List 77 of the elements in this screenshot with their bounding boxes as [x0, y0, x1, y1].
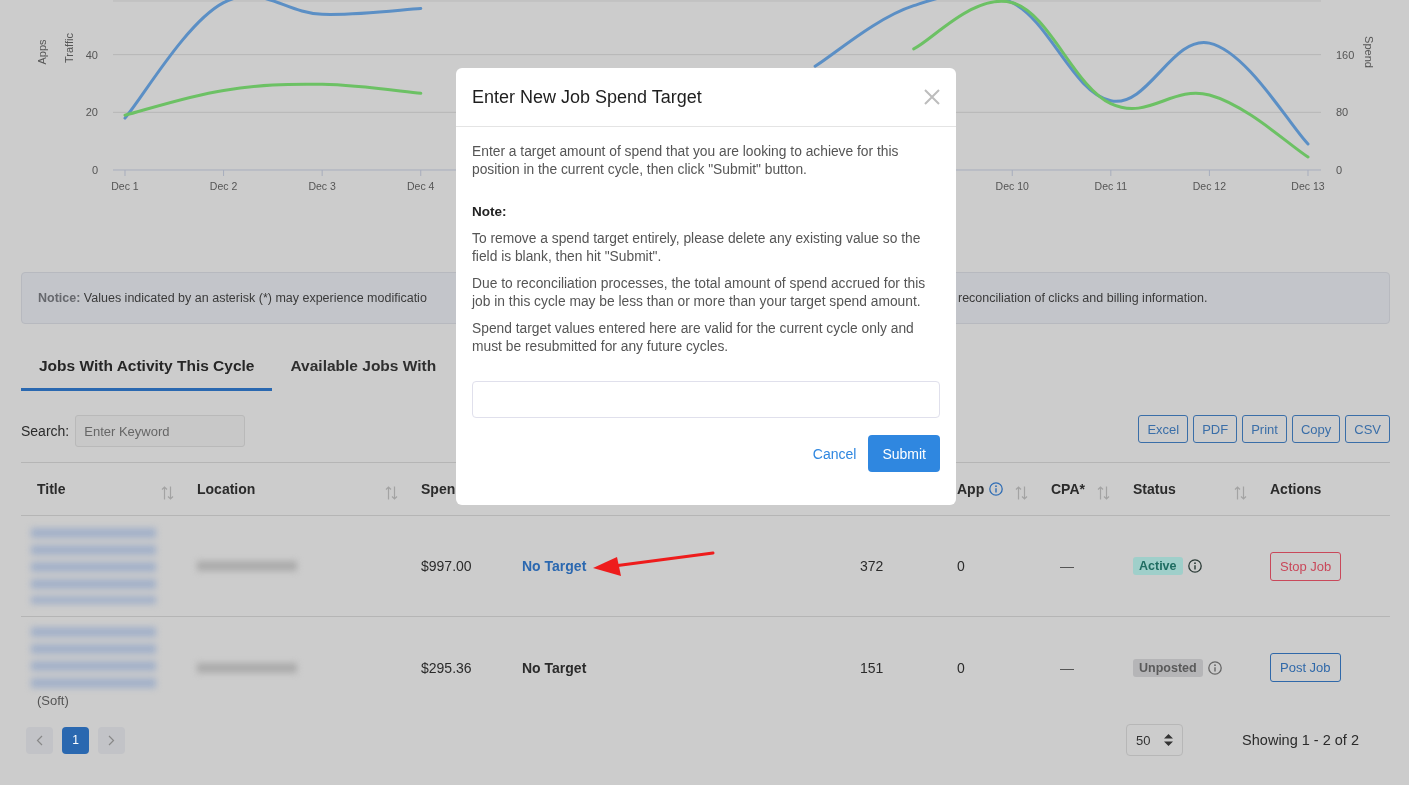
notice-text: Notice: Values indicated by an asterisk (*) may experience modificatio — [38, 291, 428, 305]
chevron-right-icon — [108, 734, 115, 746]
axis-title: Apps — [35, 39, 48, 65]
post-job-button[interactable]: Post Job — [1270, 653, 1341, 682]
axis-tick-label: 160 — [1336, 48, 1355, 61]
column-header[interactable]: CPA* — [1051, 481, 1085, 497]
dialog-text: Due to reconciliation processes, the total amount of spend accrued for this job in this cycle may be less than or more than your target spend amount. — [472, 275, 927, 311]
export-button[interactable]: Excel — [1138, 415, 1189, 443]
axis-tick-label: Dec 11 — [1094, 180, 1128, 192]
status-badge: Active — [1133, 557, 1183, 575]
table-cell: 0 — [957, 558, 965, 574]
axis-tick-label: 20 — [85, 106, 98, 119]
column-header: Spen — [421, 481, 456, 497]
search-label: Search: — [21, 423, 70, 439]
axis-tick-label: Dec 1 — [111, 180, 139, 192]
tab[interactable]: Jobs With Activity This Cycle — [21, 343, 273, 391]
export-button[interactable]: PDF — [1193, 415, 1238, 443]
target-link[interactable]: No Target — [522, 558, 587, 574]
close-icon — [924, 89, 940, 105]
info-icon[interactable] — [1187, 559, 1202, 573]
axis-tick-label: Dec 3 — [308, 180, 336, 192]
close-button[interactable] — [922, 87, 942, 107]
input-field[interactable] — [472, 381, 940, 418]
previous-page-button[interactable] — [26, 726, 53, 754]
export-button[interactable]: Copy — [1291, 415, 1341, 443]
column-header[interactable]: App — [957, 481, 985, 497]
axis-tick-label: 0 — [91, 164, 98, 176]
axis-tick-label: Dec 2 — [209, 180, 238, 192]
axis-title: Traffic — [62, 33, 75, 63]
results-summary: Showing 1 - 2 of 2 — [1242, 732, 1359, 748]
info-icon[interactable] — [1207, 660, 1222, 675]
status-badge: Unposted — [1133, 658, 1203, 677]
submit-button[interactable]: Submit — [868, 435, 940, 472]
sort-icon[interactable] — [385, 486, 398, 500]
search-field[interactable]: Enter Keyword — [75, 415, 246, 447]
note-label: Note: — [472, 203, 508, 221]
column-header: Actions — [1270, 481, 1322, 497]
sort-icon[interactable] — [1234, 486, 1247, 500]
dialog-text: Enter a target amount of spend that you are looking to achieve for this position in the current cycle, then click "Submit" button. — [472, 143, 900, 179]
dialog-text: To remove a spend target entirely, please delete any existing value so the field is blank, then hit "Submit". — [472, 230, 922, 266]
axis-tick-label: 0 — [1336, 164, 1343, 176]
export-button[interactable]: Print — [1242, 415, 1287, 443]
table-cell: 0 — [957, 659, 965, 676]
export-button[interactable]: CSV — [1345, 415, 1390, 443]
next-page-button[interactable] — [98, 726, 125, 754]
axis-tick-label: 80 — [1336, 106, 1349, 119]
table-cell-text: — — [1059, 558, 1074, 574]
column-header[interactable]: Location — [197, 481, 256, 497]
info-icon[interactable] — [989, 482, 1004, 496]
chevron-left-icon — [36, 734, 43, 746]
column-header[interactable]: Status — [1133, 481, 1176, 497]
axis-tick-label: Dec 12 — [1192, 180, 1227, 192]
spend-value: $295.36 — [421, 659, 472, 676]
axis-tick-label: Dec 4 — [407, 180, 435, 192]
page-button[interactable]: 1 — [62, 726, 89, 754]
notice-text: reconciliation of clicks and billing information. — [958, 291, 1208, 305]
table-cell-text: — — [1059, 659, 1074, 676]
spend-value: $997.00 — [421, 558, 472, 574]
dialog-text: Spend target values entered here are valid for the current cycle only and must be resubmitted for any future cycles. — [472, 320, 915, 356]
table-cell: 151 — [860, 659, 884, 676]
sort-icon[interactable] — [161, 486, 174, 500]
sort-icon[interactable] — [1097, 486, 1110, 500]
axis-tick-label: 40 — [85, 48, 98, 61]
title-note: (Soft) — [36, 693, 69, 708]
cancel-button[interactable]: Cancel — [812, 441, 857, 466]
up-down-caret-icon — [1164, 734, 1174, 746]
axis-title: Spend — [1363, 36, 1376, 68]
sort-icon[interactable] — [1015, 486, 1028, 500]
table-cell: 372 — [860, 558, 884, 574]
column-header[interactable]: Title — [37, 481, 66, 497]
axis-tick-label: Dec 10 — [995, 180, 1029, 192]
stop-job-button[interactable]: Stop Job — [1270, 551, 1342, 581]
tab[interactable]: Available Jobs With — [272, 343, 455, 391]
dialog-title: Enter New Job Spend Target — [472, 86, 702, 108]
page-size-select[interactable]: 50 — [1126, 724, 1184, 756]
target-value: No Target — [522, 659, 587, 676]
axis-tick-label: Dec 13 — [1291, 180, 1325, 192]
